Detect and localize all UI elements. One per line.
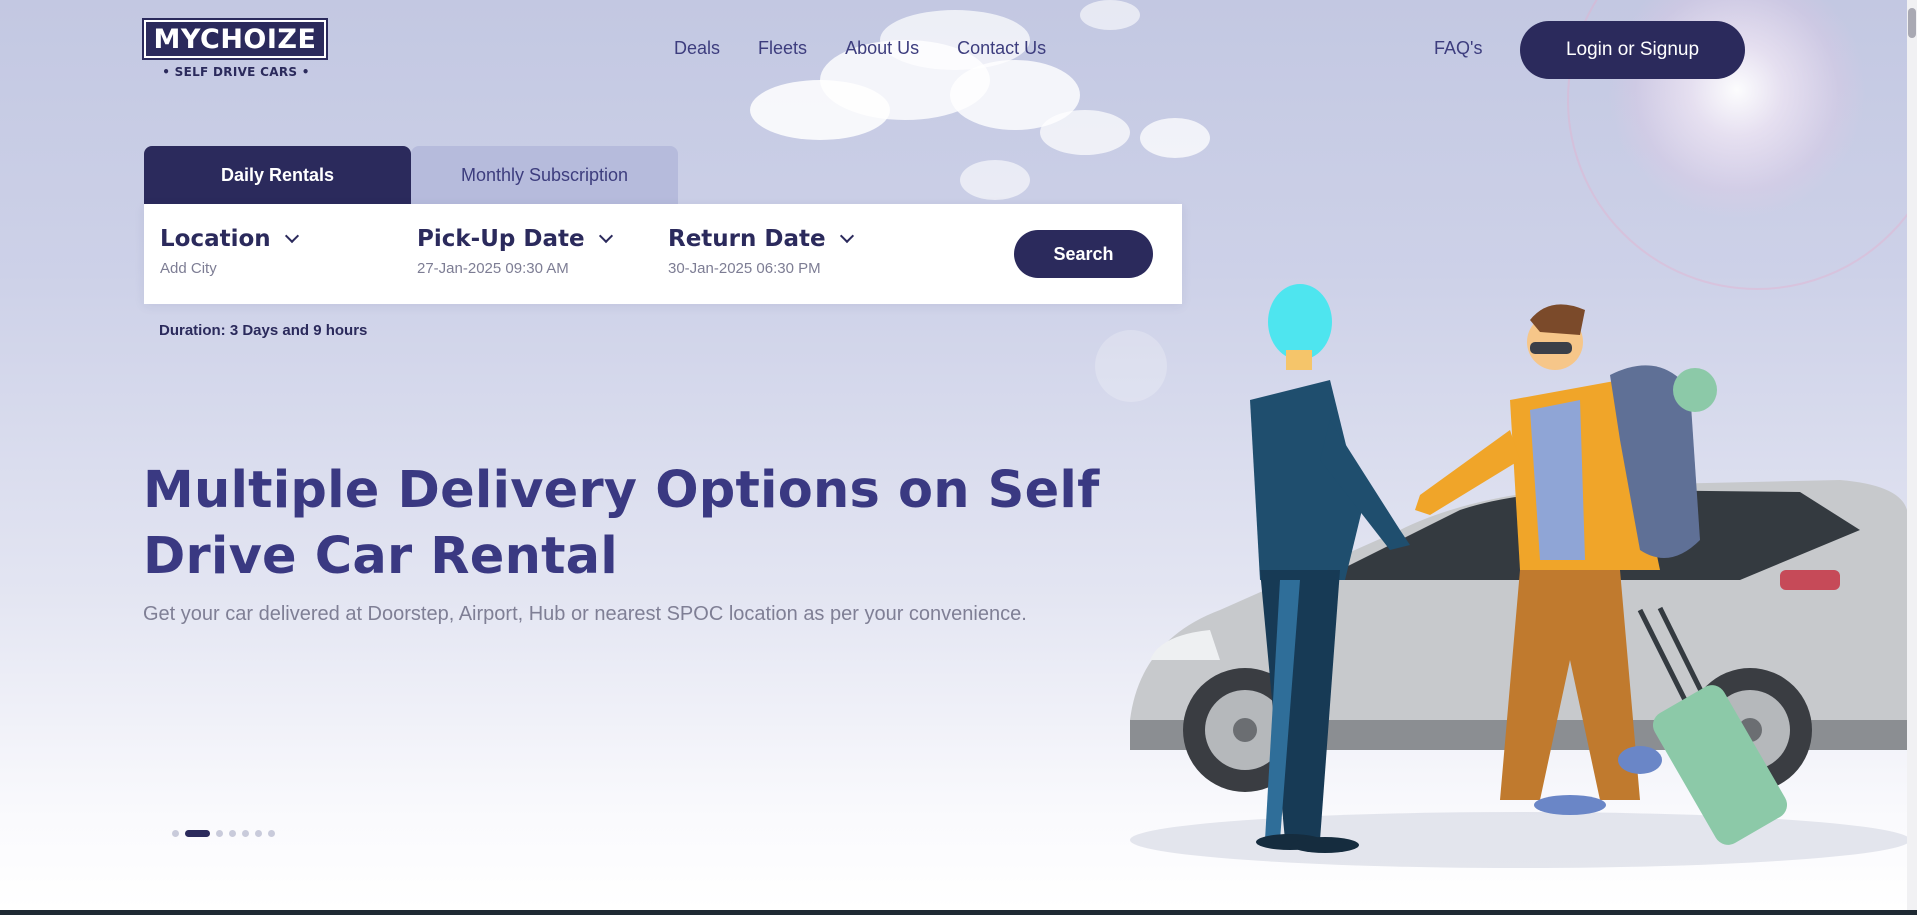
chevron-down-icon [598, 228, 613, 244]
carousel-dots [172, 830, 275, 837]
rental-type-tabs: Daily Rentals Monthly Subscription [144, 146, 678, 204]
nav-fleets[interactable]: Fleets [758, 38, 807, 59]
carousel-dot[interactable] [255, 830, 262, 837]
carousel-dot[interactable] [229, 830, 236, 837]
nav-deals[interactable]: Deals [674, 38, 720, 59]
carousel-dot[interactable] [242, 830, 249, 837]
chevron-down-icon [284, 228, 299, 244]
hero-illustration [1130, 284, 1907, 868]
logo-wordmark: MYCHOIZE [142, 18, 328, 60]
return-date-field[interactable]: Return Date 30-Jan-2025 06:30 PM [668, 226, 854, 277]
nav-about-us[interactable]: About Us [845, 38, 919, 59]
search-card: Location Add City Pick-Up Date 27-Jan-20… [144, 204, 1182, 304]
search-button[interactable]: Search [1014, 230, 1153, 278]
hero-subtitle: Get your car delivered at Doorstep, Airp… [143, 603, 1027, 625]
logo-text: MYCHOIZE [153, 23, 317, 55]
pickup-date-field[interactable]: Pick-Up Date 27-Jan-2025 09:30 AM [417, 226, 613, 277]
tab-monthly-subscription[interactable]: Monthly Subscription [411, 146, 678, 204]
page: MYCHOIZE • SELF DRIVE CARS • Deals Fleet… [0, 0, 1907, 910]
scrollbar-thumb[interactable] [1908, 8, 1916, 38]
location-label: Location [160, 226, 271, 252]
nav-faq[interactable]: FAQ's [1434, 38, 1482, 59]
logo-tagline: • SELF DRIVE CARS • [162, 65, 310, 79]
location-value: Add City [160, 260, 217, 277]
carousel-dot[interactable] [268, 830, 275, 837]
return-date-label: Return Date [668, 226, 826, 252]
carousel-dot-active[interactable] [185, 830, 210, 837]
nav-contact-us[interactable]: Contact Us [957, 38, 1046, 59]
hero-title: Multiple Delivery Options on Self Drive … [143, 461, 1100, 586]
vertical-scrollbar[interactable] [1907, 0, 1917, 915]
login-signup-button[interactable]: Login or Signup [1520, 21, 1745, 79]
bottom-edge [0, 910, 1917, 915]
location-field[interactable]: Location Add City [160, 226, 299, 277]
chevron-down-icon [839, 228, 854, 244]
brand-logo[interactable]: MYCHOIZE • SELF DRIVE CARS • [142, 18, 328, 84]
pickup-date-value: 27-Jan-2025 09:30 AM [417, 260, 569, 277]
carousel-dot[interactable] [216, 830, 223, 837]
rental-duration: Duration: 3 Days and 9 hours [159, 322, 368, 339]
return-date-value: 30-Jan-2025 06:30 PM [668, 260, 821, 277]
main-nav: Deals Fleets About Us Contact Us [674, 38, 1084, 59]
carousel-dot[interactable] [172, 830, 179, 837]
tab-daily-rentals[interactable]: Daily Rentals [144, 146, 411, 204]
pickup-date-label: Pick-Up Date [417, 226, 585, 252]
